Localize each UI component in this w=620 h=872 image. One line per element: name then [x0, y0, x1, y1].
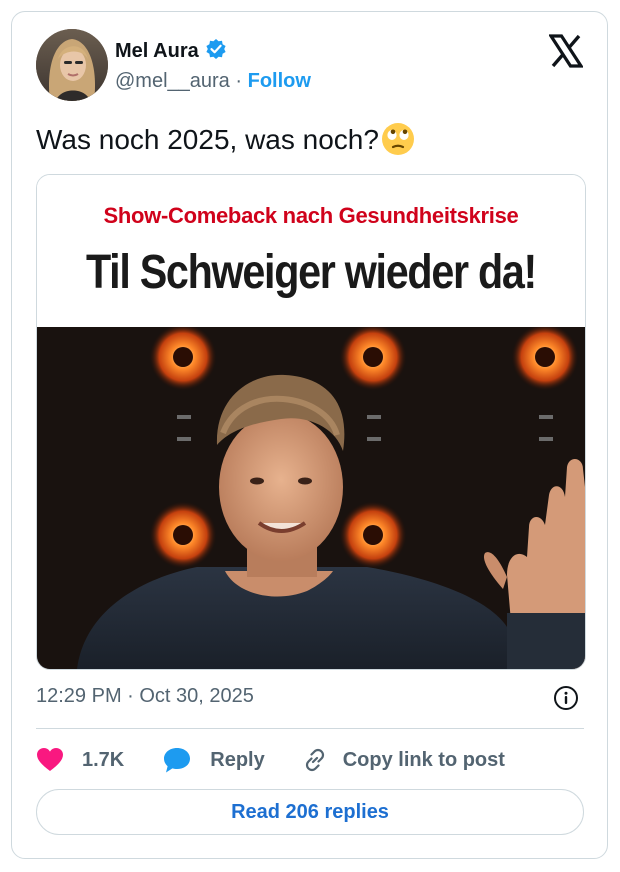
verified-badge-icon	[205, 38, 227, 65]
media-photo	[37, 323, 585, 669]
post-timestamp[interactable]: 12:29 PM · Oct 30, 2025	[36, 685, 254, 708]
reply-button[interactable]: Reply	[162, 746, 265, 774]
like-count: 1.7K	[82, 748, 125, 771]
media-headline: Til Schweiger wieder da!	[85, 246, 537, 299]
rolling-eyes-emoji-icon	[381, 122, 415, 156]
media-kicker: Show-Comeback nach Gesundheitskrise	[103, 203, 519, 228]
media-image[interactable]: Show-Comeback nach Gesundheitskrise Til …	[36, 174, 586, 670]
info-icon[interactable]	[553, 685, 579, 711]
reply-label: Reply	[210, 748, 265, 771]
reply-bubble-icon	[162, 746, 192, 774]
tweet-body: Was noch 2025, was noch?	[36, 124, 379, 155]
copy-link-label: Copy link to post	[342, 748, 505, 771]
follow-button[interactable]: Follow	[248, 70, 311, 92]
like-button[interactable]: 1.7K	[36, 747, 124, 773]
read-replies-label: Read 206 replies	[231, 800, 389, 823]
author-name[interactable]: Mel Aura	[115, 40, 199, 63]
tweet-card: Mel Aura @mel__aura · Follow Was noch 20…	[11, 11, 608, 859]
heart-icon	[36, 747, 64, 773]
action-bar: 1.7K Reply Copy link to post	[36, 744, 505, 776]
divider	[36, 728, 584, 729]
avatar[interactable]	[36, 29, 108, 101]
link-icon	[301, 746, 329, 774]
author-name-row: Mel Aura	[115, 38, 227, 65]
read-replies-button[interactable]: Read 206 replies	[36, 789, 584, 835]
author-handle[interactable]: @mel__aura	[115, 70, 230, 92]
media-headline-area: Show-Comeback nach Gesundheitskrise Til …	[37, 175, 585, 327]
author-handle-row: @mel__aura · Follow	[115, 70, 311, 93]
separator-dot: ·	[235, 70, 243, 92]
tweet-text: Was noch 2025, was noch?	[36, 122, 415, 156]
x-logo-icon[interactable]	[548, 34, 584, 68]
copy-link-button[interactable]: Copy link to post	[301, 746, 505, 774]
